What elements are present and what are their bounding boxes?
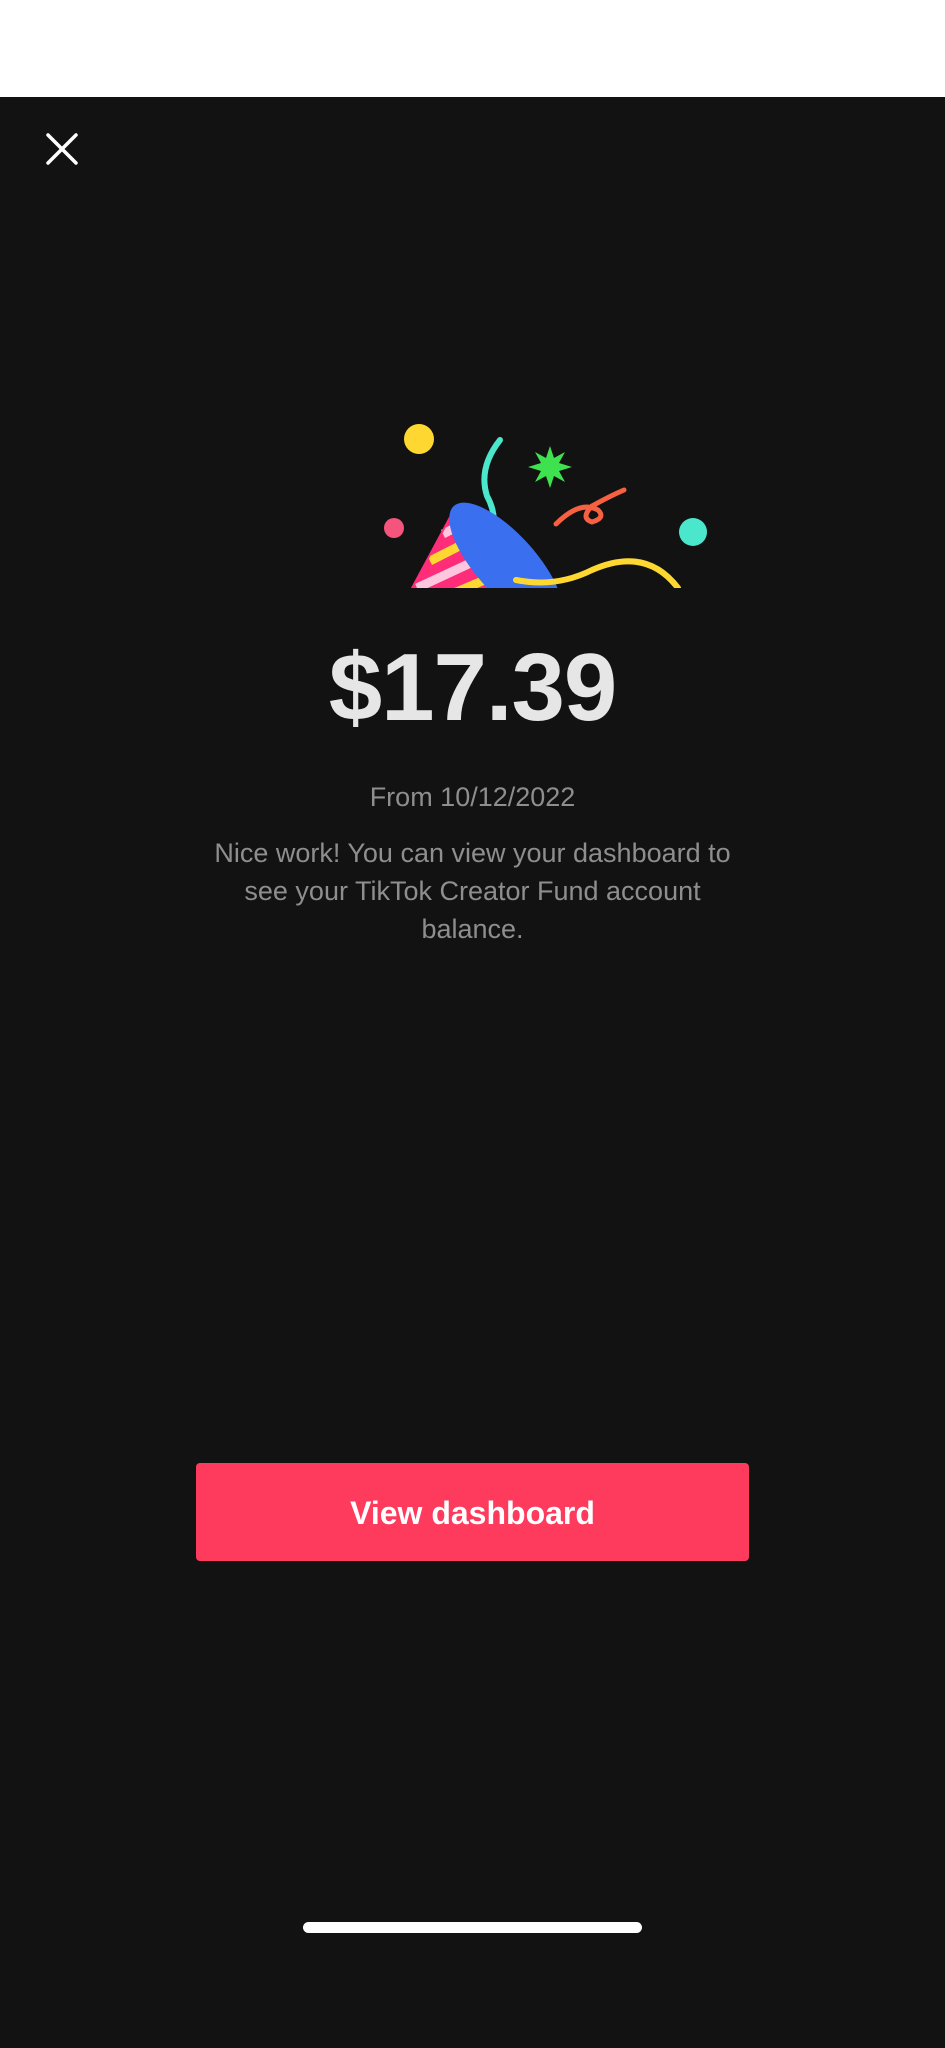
- confetti-dot: [679, 518, 707, 546]
- confetti-dot: [384, 518, 404, 538]
- payout-from-date: From 10/12/2022: [369, 782, 576, 812]
- party-popper-icon: [384, 424, 707, 588]
- confetti-star: [528, 446, 572, 488]
- payout-message: Nice work! You can view your dashboard t…: [214, 838, 731, 944]
- confetti-streamer: [553, 487, 627, 527]
- status-bar-area: [0, 0, 945, 97]
- home-indicator[interactable]: [303, 1922, 642, 1933]
- close-icon: [46, 133, 78, 165]
- popper-cone: [410, 502, 563, 588]
- payout-amount: $17.39: [328, 634, 618, 741]
- view-dashboard-button[interactable]: View dashboard: [196, 1463, 749, 1561]
- close-button[interactable]: [38, 125, 86, 173]
- confetti-dot: [404, 424, 434, 454]
